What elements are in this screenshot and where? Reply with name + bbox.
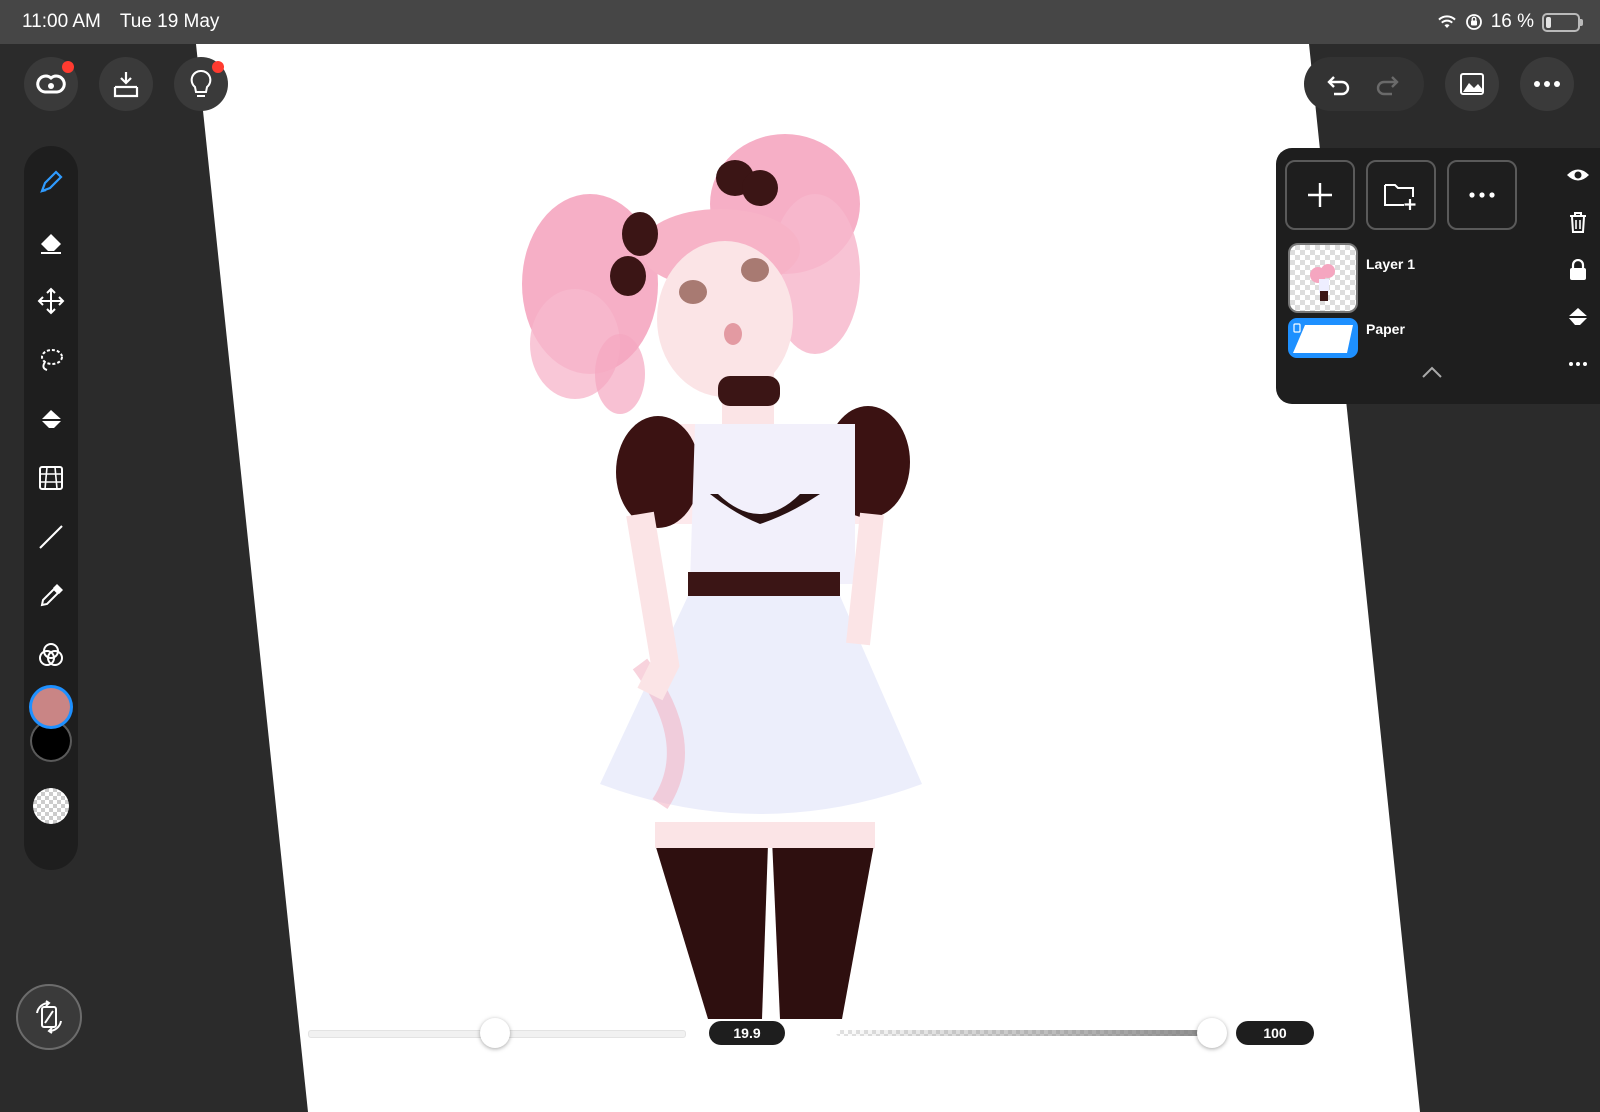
- layers-icon: [1460, 73, 1484, 95]
- more-icon: [1569, 362, 1587, 366]
- toggle-visibility-button[interactable]: [1566, 163, 1590, 187]
- eraser-tool[interactable]: [31, 222, 71, 262]
- layers-panel-handle[interactable]: [1262, 238, 1266, 314]
- status-date: Tue 19 May: [119, 11, 220, 32]
- layer-thumbnail[interactable]: [1288, 243, 1358, 313]
- brush-size-value: 19.9: [709, 1021, 785, 1045]
- lock-icon: [1570, 259, 1586, 280]
- more-icon: [1534, 81, 1560, 87]
- chevron-up-icon: [1422, 366, 1442, 378]
- paper-thumbnail[interactable]: [1288, 318, 1358, 358]
- rotate-icon: [36, 1000, 62, 1034]
- secondary-color-swatch[interactable]: [32, 722, 70, 760]
- primary-color-swatch[interactable]: [32, 688, 70, 726]
- plus-icon: [1308, 183, 1332, 207]
- layer-options-button[interactable]: [1566, 352, 1590, 376]
- paper-layer-name[interactable]: Paper: [1366, 321, 1405, 337]
- trash-icon: [1570, 212, 1586, 233]
- tool-palette: [24, 146, 78, 870]
- move-icon: [37, 287, 65, 315]
- eyedropper-tool[interactable]: [31, 576, 71, 616]
- brush-tool[interactable]: [31, 162, 71, 202]
- line-tool[interactable]: [31, 517, 71, 557]
- status-time: 11:00 AM: [22, 11, 101, 32]
- import-icon: [113, 72, 139, 98]
- delete-layer-button[interactable]: [1566, 210, 1590, 234]
- lasso-icon: [41, 349, 63, 371]
- eraser-icon: [41, 234, 61, 254]
- perspective-grid-icon: [39, 466, 63, 490]
- brush-icon: [40, 170, 63, 193]
- eyedropper-icon: [40, 584, 63, 607]
- eye-icon: [1567, 169, 1589, 181]
- blend-icon: [39, 643, 63, 666]
- creative-cloud-icon: [36, 74, 66, 94]
- brush-size-slider-knob[interactable]: [480, 1018, 511, 1048]
- collapse-layers-button[interactable]: [1420, 364, 1444, 384]
- opacity-value: 100: [1236, 1021, 1314, 1045]
- lasso-tool[interactable]: [31, 340, 71, 380]
- layer-name[interactable]: Layer 1: [1366, 256, 1415, 272]
- tips-button[interactable]: [174, 57, 228, 111]
- more-icon: [1469, 192, 1495, 198]
- perspective-grid-tool[interactable]: [31, 458, 71, 498]
- layers-panel: Layer 1 Paper: [1276, 148, 1600, 404]
- move-tool[interactable]: [31, 281, 71, 321]
- layers-button[interactable]: [1445, 57, 1499, 111]
- add-group-button[interactable]: [1366, 160, 1436, 230]
- notification-badge: [62, 61, 74, 73]
- add-layer-button[interactable]: [1285, 160, 1355, 230]
- battery-icon: [1542, 12, 1583, 32]
- paper-thumbnail-preview: [1293, 323, 1353, 353]
- lightbulb-icon: [190, 69, 212, 97]
- lock-layer-button[interactable]: [1566, 258, 1590, 282]
- opacity-slider-track[interactable]: [836, 1030, 1212, 1036]
- blend-tool[interactable]: [31, 635, 71, 675]
- orientation-lock-icon: [1465, 14, 1482, 30]
- folder-plus-icon: [1384, 184, 1416, 210]
- line-icon: [39, 525, 63, 549]
- fill-icon: [41, 410, 62, 428]
- history-controls: [1304, 57, 1424, 111]
- rotate-canvas-button[interactable]: [16, 984, 82, 1050]
- opacity-slider-knob[interactable]: [1197, 1018, 1227, 1048]
- undo-icon: [1327, 76, 1350, 96]
- status-bar: 11:00 AM Tue 19 May 16 %: [0, 0, 1600, 44]
- more-options-button[interactable]: [1520, 57, 1574, 111]
- redo-button[interactable]: [1376, 70, 1404, 98]
- creative-cloud-button[interactable]: [24, 57, 78, 111]
- fill-tool[interactable]: [31, 399, 71, 439]
- layer-thumbnail-preview: [1310, 264, 1335, 301]
- undo-button[interactable]: [1322, 70, 1350, 98]
- transparent-color-swatch[interactable]: [33, 788, 69, 824]
- notification-badge: [212, 61, 224, 73]
- fill-layer-button[interactable]: [1566, 305, 1590, 329]
- import-button[interactable]: [99, 57, 153, 111]
- layer-menu-button[interactable]: [1447, 160, 1517, 230]
- fill-icon: [1568, 308, 1588, 325]
- battery-percentage: 16 %: [1490, 11, 1534, 32]
- wifi-icon: [1437, 15, 1456, 28]
- redo-icon: [1376, 76, 1399, 96]
